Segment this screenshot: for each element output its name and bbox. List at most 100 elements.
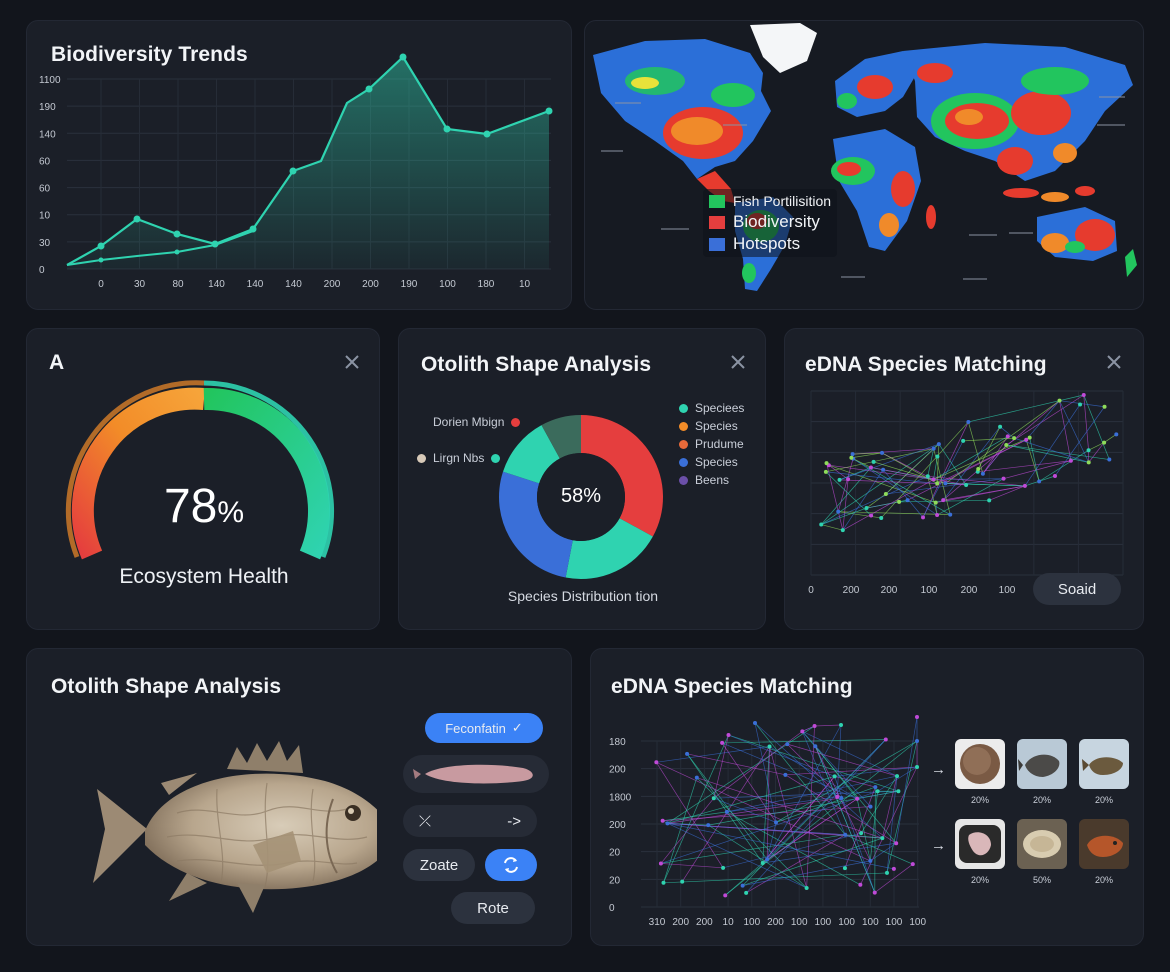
species-match-thumbnail[interactable] (955, 819, 1005, 869)
network-node (864, 506, 869, 511)
network-node (880, 836, 885, 841)
otolith-donut-panel: Otolith Shape Analysis Dorien Mbign Lirg… (398, 328, 766, 630)
network-node (935, 454, 940, 459)
legend-dot (679, 475, 688, 485)
legend-label: Speciees (695, 401, 745, 415)
x-tick-label: 180 (478, 279, 495, 290)
ecosystem-health-panel: A 78% Ecosystem Health (26, 328, 380, 630)
network-node (1022, 483, 1027, 488)
network-node (785, 742, 790, 747)
network-node (935, 481, 940, 486)
network-node (685, 751, 690, 756)
swap-control[interactable]: ⤫ -> (403, 805, 537, 837)
network-node (839, 795, 844, 800)
network-node (842, 866, 847, 871)
network-node (935, 513, 940, 518)
network-edge (886, 776, 898, 873)
data-point (98, 257, 104, 263)
y-tick-label: 0 (39, 265, 45, 276)
network-edge (667, 823, 807, 889)
x-tick-label: 100 (909, 917, 926, 928)
network-node (1024, 437, 1029, 442)
y-tick-label: 30 (39, 238, 51, 249)
donut-legend-item: Species (679, 455, 738, 469)
network-edge (1029, 437, 1040, 482)
network-node (897, 499, 902, 504)
donut-legend-item: Speciees (679, 401, 744, 415)
legend-swatch (709, 194, 725, 208)
x-tick-label: 10 (519, 279, 531, 290)
species-match-thumbnail[interactable] (1017, 819, 1067, 869)
network-node (658, 861, 663, 866)
network-edge (1006, 444, 1089, 463)
network-node (1102, 440, 1107, 445)
x-tick-label: 100 (791, 917, 808, 928)
network-node (875, 789, 880, 794)
network-node (873, 785, 878, 790)
network-edge (1103, 434, 1117, 443)
network-node (1114, 432, 1119, 437)
legend-dot (679, 421, 688, 431)
species-match-thumbnail[interactable] (1079, 739, 1129, 789)
refresh-icon (504, 857, 518, 873)
network-node (706, 823, 711, 828)
network-node (711, 796, 716, 801)
edna-top-panel: eDNA Species Matching 0 200 200 100 200 100 S… (784, 328, 1144, 630)
confirm-button[interactable]: Feconfatin ✓ (425, 713, 543, 743)
data-point (399, 53, 407, 61)
x-tick-label: 80 (172, 279, 184, 290)
network-node (855, 796, 860, 801)
network-node (884, 870, 889, 875)
network-edge (1038, 449, 1089, 482)
refresh-button[interactable] (485, 849, 537, 881)
network-edge (802, 725, 815, 732)
x-tick-label: 100 (838, 917, 855, 928)
donut-legend-item: Prudume (679, 437, 744, 451)
network-edge (968, 421, 984, 474)
otolith-preview[interactable] (403, 755, 549, 793)
data-point (97, 242, 105, 250)
species-match-thumbnail[interactable] (955, 739, 1005, 789)
species-match-thumbnail[interactable] (1017, 739, 1067, 789)
network-node (895, 774, 900, 779)
network-node (1102, 404, 1107, 409)
fish-image (93, 741, 377, 913)
health-unit: % (217, 496, 245, 529)
network-node (1027, 435, 1032, 440)
network-node (680, 879, 685, 884)
x-tick-label: 0 (98, 279, 104, 290)
network-node (1078, 402, 1083, 407)
rotate-button[interactable]: Rote (451, 892, 535, 924)
network-node (896, 789, 901, 794)
y-tick-label: 180 (609, 737, 626, 748)
network-edge (814, 724, 842, 727)
network-node (804, 885, 809, 890)
network-node (850, 452, 855, 457)
match-score: 20% (970, 875, 989, 885)
network-node (921, 515, 926, 520)
network-node (665, 821, 670, 826)
network-node (839, 723, 843, 727)
y-tick-label: 1800 (609, 792, 632, 803)
donut-legend-item: Beens (679, 473, 729, 487)
network-node (894, 841, 899, 846)
network-node (976, 467, 981, 472)
network-node (824, 461, 829, 466)
search-button[interactable]: Soaid (1033, 573, 1121, 605)
network-node (819, 522, 824, 527)
data-point (443, 125, 451, 133)
y-tick-label: 60 (39, 184, 51, 195)
edna-bottom-panel: eDNA Species Matching 180 200 1800 200 20 20 0… (590, 648, 1144, 946)
species-match-thumbnail[interactable] (1079, 819, 1129, 869)
network-node (879, 515, 884, 520)
network-edge (656, 746, 770, 763)
donut-caption: Species Distribution tion (507, 588, 659, 604)
network-node (721, 865, 726, 870)
legend-label: Hotspots (733, 234, 801, 253)
legend-label: Beens (695, 473, 730, 487)
zoom-button[interactable]: Zoate (403, 849, 475, 881)
health-label: Ecosystem Health (119, 565, 289, 588)
network-node (883, 491, 888, 496)
network-node (880, 450, 885, 455)
x-tick-label: 100 (815, 917, 832, 928)
